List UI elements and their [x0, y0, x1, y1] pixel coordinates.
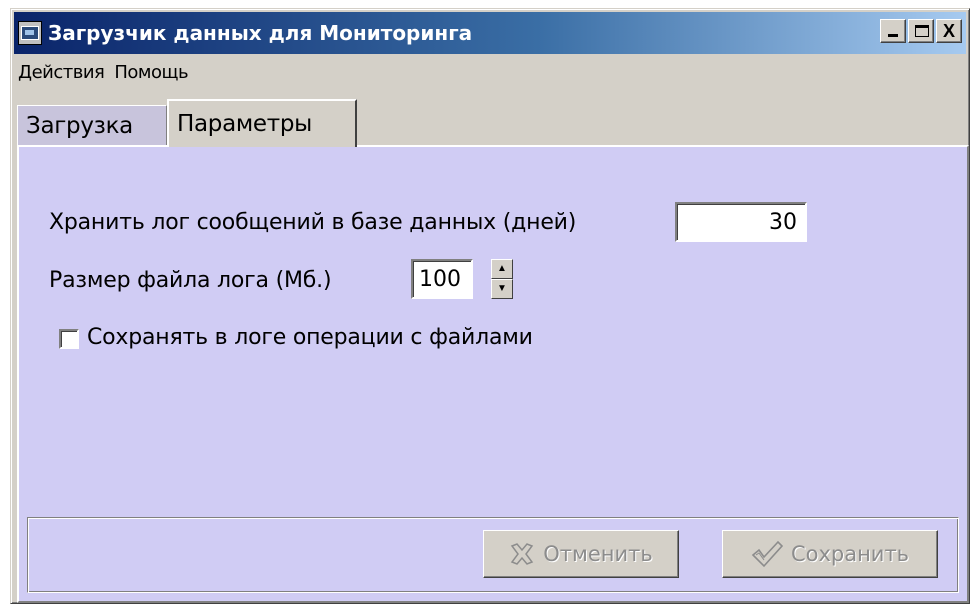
arrow-up-icon: ▲	[497, 263, 507, 274]
menu-actions[interactable]: Действия	[18, 62, 110, 83]
app-monitor-icon[interactable]	[18, 21, 42, 45]
title-bar[interactable]: Загрузчик данных для Мониторинга X	[14, 12, 966, 54]
window-controls: X	[880, 19, 962, 43]
close-icon: X	[942, 21, 955, 41]
maximize-button[interactable]	[908, 19, 934, 43]
cancel-button[interactable]: Отменить	[483, 530, 679, 578]
app-window: Загрузчик данных для Мониторинга X Дейст…	[10, 8, 970, 604]
cancel-x-icon	[511, 543, 534, 565]
menu-help[interactable]: Помощь	[114, 62, 194, 83]
file-ops-checkbox[interactable]	[59, 329, 79, 349]
save-label: Сохранить	[790, 542, 910, 566]
tab-parameters[interactable]: Параметры	[167, 99, 357, 147]
tab-load[interactable]: Загрузка	[17, 105, 167, 145]
log-size-spinner: ▲ ▼	[491, 259, 513, 299]
window-title: Загрузчик данных для Мониторинга	[48, 21, 473, 45]
file-ops-label[interactable]: Сохранять в логе операции с файлами	[87, 325, 533, 350]
save-button[interactable]: Сохранить	[722, 530, 938, 578]
minimize-button[interactable]	[880, 19, 906, 43]
log-size-label: Размер файла лога (Мб.)	[49, 268, 332, 293]
log-days-input[interactable]: 30	[675, 202, 807, 242]
cancel-label: Отменить	[543, 542, 653, 566]
spin-up-button[interactable]: ▲	[491, 259, 513, 279]
log-size-input[interactable]: 100	[411, 259, 473, 299]
close-button[interactable]: X	[936, 19, 962, 43]
menu-bar: Действия Помощь	[14, 57, 966, 87]
spin-down-button[interactable]: ▼	[491, 279, 513, 299]
button-bar: Отменить Сохранить	[27, 517, 959, 593]
log-days-label: Хранить лог сообщений в базе данных (дне…	[49, 210, 577, 235]
minimize-icon	[888, 34, 898, 37]
arrow-down-icon: ▼	[497, 283, 507, 294]
maximize-icon	[915, 25, 929, 37]
parameters-panel: Хранить лог сообщений в базе данных (дне…	[17, 145, 969, 603]
save-check-icon	[751, 540, 783, 568]
